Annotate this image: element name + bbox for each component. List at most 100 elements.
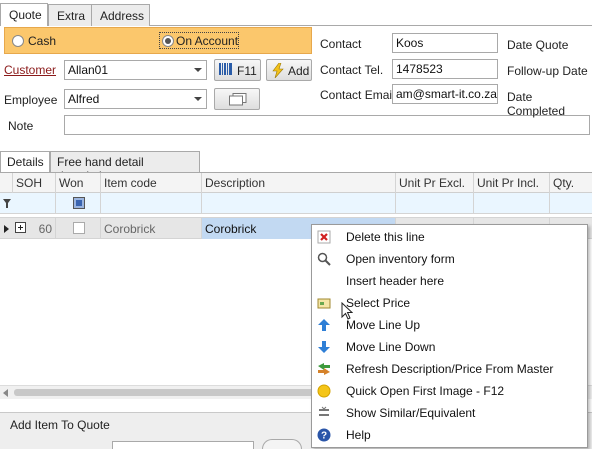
menu-item-move-down[interactable]: Move Line Down [313,336,586,358]
followup-date-label: Follow-up Date [507,64,588,78]
scroll-left-icon[interactable] [3,389,8,397]
contact-tel-value: 1478523 [396,62,443,76]
employee-select[interactable]: Alfred [64,89,207,109]
f11-label: F11 [237,64,257,78]
date-completed-label: Date Completed [507,90,566,118]
tab-address-label: Address [100,9,145,23]
menu-item-label: Quick Open First Image - F12 [346,384,505,398]
menu-item-label: Move Line Up [346,318,421,332]
col-qty[interactable]: Qty. [550,173,592,193]
tab-extra-label: Extra [57,9,86,23]
menu-item-label: Refresh Description/Price From Master [346,362,554,376]
lightning-icon [272,63,284,78]
menu-item-select-price[interactable]: Select Price [313,292,586,314]
svg-text:?: ? [321,431,327,442]
col-item-code[interactable]: Item code [101,173,202,193]
filter-description[interactable] [202,193,396,214]
note-label: Note [8,119,34,133]
menu-item-open-inventory[interactable]: Open inventory form [313,248,586,270]
row-indicator-header [0,173,13,193]
top-tab-strip: Quote Extra Address [0,0,592,26]
barcode-f11-button[interactable]: F11 [214,59,261,81]
menu-item-label: Select Price [346,296,411,310]
filter-soh[interactable] [13,193,56,214]
context-menu: Delete this line Open inventory form Ins… [311,224,588,448]
arrow-up-icon [318,319,330,331]
image-dot-icon [317,384,331,398]
speech-bubble-icon [229,93,247,106]
filter-unit-incl[interactable] [474,193,550,214]
menu-item-help[interactable]: ? Help [313,424,586,446]
tab-free-hand-description[interactable]: Free hand detail description [50,151,200,183]
contact-email-input[interactable]: am@smart-it.co.za [392,84,498,104]
add-item-title: Add Item To Quote [10,418,110,432]
menu-item-insert-header[interactable]: Insert header here [313,270,586,292]
customer-select[interactable]: Allan01 [64,60,207,80]
tab-quote-label: Quote [9,8,42,22]
filter-qty[interactable] [550,193,592,214]
add-customer-button[interactable]: Add [266,59,312,81]
chevron-down-icon [194,68,202,72]
cell-item-code[interactable]: Corobrick [101,218,202,239]
contact-input[interactable]: Koos [392,33,498,53]
filter-item-code[interactable] [101,193,202,214]
menu-item-label: Insert header here [346,274,445,288]
col-won[interactable]: Won [56,173,101,193]
on-account-radio[interactable] [162,35,174,47]
won-checkbox[interactable] [73,222,85,234]
price-tag-icon [317,298,331,309]
magnifier-icon [317,252,331,266]
scroll-thumb[interactable] [14,389,314,396]
row-pointer-icon [4,225,9,233]
filter-won-checkbox[interactable] [73,197,85,209]
grid-header: SOH Won Item code Description Unit Pr Ex… [0,173,592,193]
tab-details[interactable]: Details [0,151,50,173]
filter-row [0,193,592,214]
delete-x-icon [317,230,331,244]
contact-tel-input[interactable]: 1478523 [392,59,498,79]
tab-details-label: Details [7,155,44,169]
arrow-down-icon [318,341,330,353]
tab-extra[interactable]: Extra [48,4,92,26]
filter-won[interactable] [56,193,101,214]
barcode-icon [219,63,232,75]
col-soh[interactable]: SOH [13,173,56,193]
col-unit-excl[interactable]: Unit Pr Excl. [396,173,474,193]
contact-tel-label: Contact Tel. [320,63,384,77]
cell-soh[interactable]: 60 [13,218,56,239]
contact-email-label: Contact Email [320,88,395,102]
col-unit-incl[interactable]: Unit Pr Incl. [474,173,550,193]
add-item-input[interactable] [112,441,254,449]
menu-item-show-similar[interactable]: Show Similar/Equivalent [313,402,586,424]
cash-radio[interactable] [12,35,24,47]
menu-item-label: Delete this line [346,230,425,244]
col-description[interactable]: Description [202,173,396,193]
filter-unit-excl[interactable] [396,193,474,214]
menu-item-label: Move Line Down [346,340,436,354]
date-quote-label: Date Quote [507,38,569,52]
note-input[interactable] [64,115,590,135]
customer-link[interactable]: Customer [4,63,56,77]
similar-icon [319,406,329,416]
mouse-cursor-icon [341,302,353,320]
menu-item-quick-open-image[interactable]: Quick Open First Image - F12 [313,380,586,402]
menu-item-label: Show Similar/Equivalent [346,406,476,420]
payment-type-bar: Cash On Account [4,27,312,54]
cell-won[interactable] [56,218,101,239]
tab-quote[interactable]: Quote [0,3,48,26]
customer-value: Allan01 [68,63,109,77]
cash-label: Cash [28,34,57,48]
menu-item-refresh-from-master[interactable]: Refresh Description/Price From Master [313,358,586,380]
add-item-search-button[interactable] [262,439,302,449]
add-label: Add [288,64,310,78]
chevron-down-icon [194,97,202,101]
contact-label: Contact [320,37,362,51]
tab-address[interactable]: Address [91,4,150,26]
menu-item-label: Help [346,428,371,442]
menu-item-move-up[interactable]: Move Line Up [313,314,586,336]
filter-funnel-icon [3,199,11,208]
refresh-icon [318,363,330,375]
contact-email-value: am@smart-it.co.za [396,87,497,101]
menu-item-delete-line[interactable]: Delete this line [313,226,586,248]
employee-comment-button[interactable] [214,88,260,110]
